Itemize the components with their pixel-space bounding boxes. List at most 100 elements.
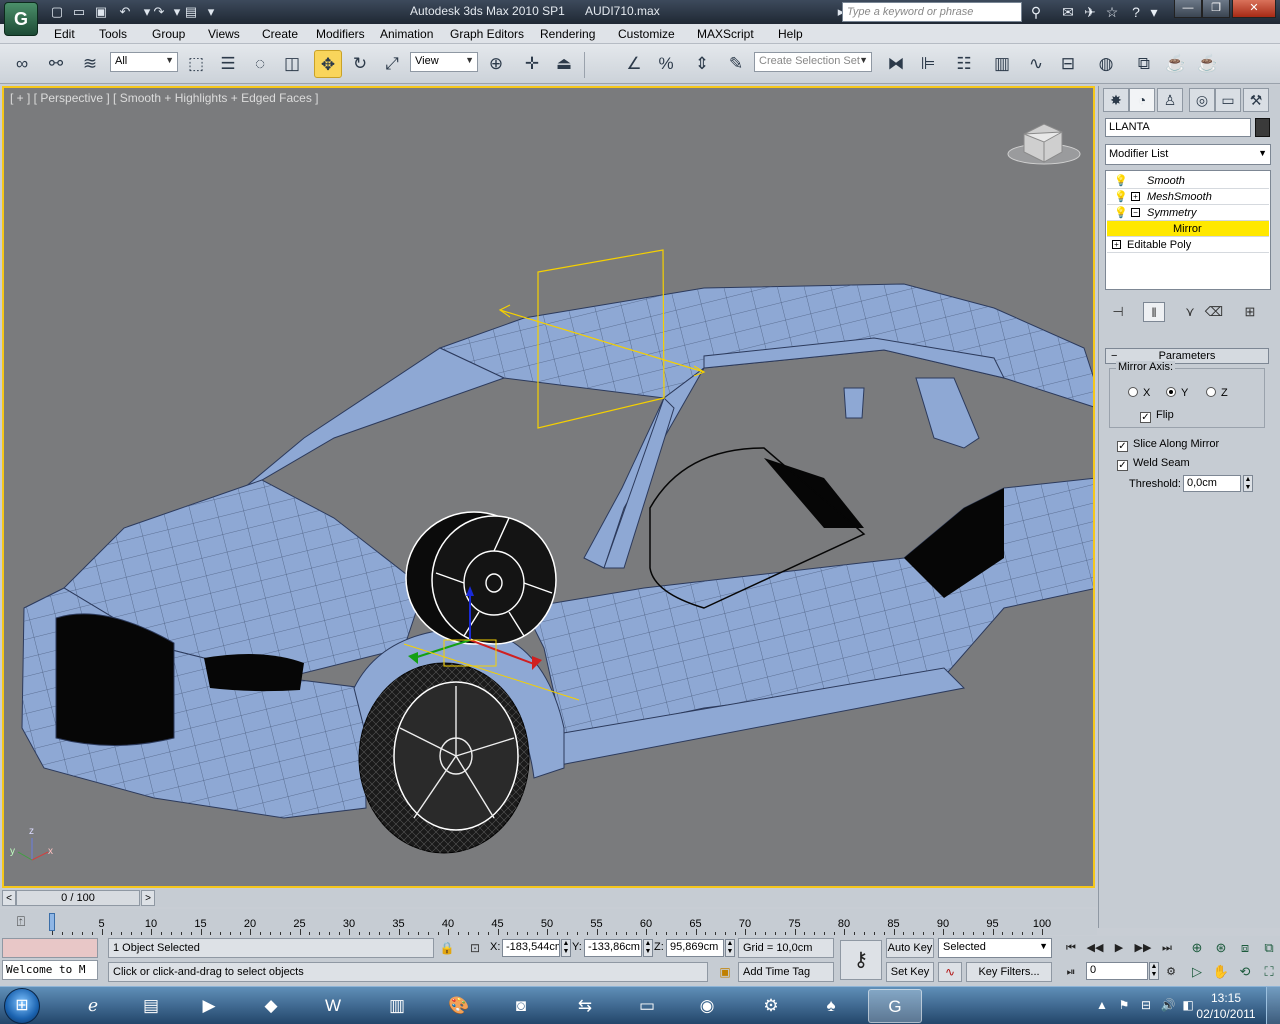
viewcube[interactable]: [1004, 118, 1084, 168]
media-player-icon[interactable]: ▶: [182, 989, 236, 1023]
lightbulb-icon[interactable]: 💡: [1114, 189, 1128, 205]
schematic-view-icon[interactable]: ⊟: [1054, 50, 1082, 78]
snaps-toggle-icon[interactable]: ⁳: [590, 50, 618, 78]
time-slider-thumb[interactable]: 0 / 100: [16, 890, 140, 906]
go-to-start-icon[interactable]: ⏮: [1060, 938, 1082, 958]
display-tab-icon[interactable]: ▭: [1215, 88, 1241, 112]
select-object-icon[interactable]: ⬚: [182, 50, 210, 78]
auto-key-button[interactable]: Auto Key: [886, 938, 934, 958]
x-coordinate-spinner[interactable]: ▲ ▼: [561, 939, 571, 957]
material-editor-icon[interactable]: ◍: [1092, 50, 1120, 78]
favorites-star-icon[interactable]: ☆: [1102, 2, 1122, 22]
curve-editor-icon[interactable]: ∿: [1022, 50, 1050, 78]
action-center-flag-icon[interactable]: ⚑: [1116, 998, 1132, 1014]
communication-center-icon[interactable]: ✈: [1080, 2, 1100, 22]
key-filters-button[interactable]: Key Filters...: [966, 962, 1052, 982]
perspective-viewport[interactable]: [ + ] [ Perspective ] [ Smooth + Highlig…: [2, 86, 1095, 888]
selection-lock-icon[interactable]: 🔒: [438, 938, 456, 958]
named-selection-set-dropdown[interactable]: Create Selection Set ▼: [754, 52, 872, 72]
restore-button[interactable]: ❐: [1202, 0, 1230, 18]
pivot-center-icon[interactable]: ⊕: [482, 50, 510, 78]
tray-expand-icon[interactable]: ▲: [1094, 998, 1110, 1014]
weld-seam-checkbox[interactable]: ✓ Weld Seam: [1117, 457, 1190, 471]
unlink-icon[interactable]: ⚯: [42, 50, 70, 78]
collapse-minus-icon[interactable]: −: [1131, 208, 1140, 217]
menu-customize[interactable]: Customize: [618, 27, 675, 41]
play-icon[interactable]: ▶: [1108, 938, 1130, 958]
selection-region-icon[interactable]: ◌: [246, 50, 274, 78]
reference-coordinate-dropdown[interactable]: View ▼: [410, 52, 478, 72]
link-icon[interactable]: ∞: [8, 50, 36, 78]
next-key-icon[interactable]: ▶▶: [1132, 938, 1154, 958]
pin-stack-icon[interactable]: ⊣: [1107, 302, 1129, 322]
slice-along-mirror-checkbox[interactable]: ✓ Slice Along Mirror: [1117, 438, 1219, 452]
teamviewer-icon[interactable]: ⇆: [558, 989, 612, 1023]
maximize-viewport-icon[interactable]: ⛶: [1258, 962, 1280, 982]
open-mini-curve-editor-icon[interactable]: ⍐: [10, 913, 32, 931]
current-frame-spinner[interactable]: ▲ ▼: [1149, 962, 1159, 980]
camera-app-icon[interactable]: ◙: [494, 989, 548, 1023]
internet-explorer-icon[interactable]: ℯ: [66, 989, 120, 1023]
z-coordinate-spinner[interactable]: ▲ ▼: [725, 939, 735, 957]
bind-space-warp-icon[interactable]: ≋: [76, 50, 104, 78]
configure-modifier-sets-icon[interactable]: ⊞: [1239, 302, 1261, 322]
key-icon[interactable]: ⚷: [840, 940, 882, 980]
project-folder-icon[interactable]: ▤: [182, 3, 200, 21]
keyword-search-input[interactable]: Type a keyword or phrase: [842, 2, 1022, 22]
undo-icon[interactable]: ↶: [116, 3, 134, 21]
start-button[interactable]: ⊞: [4, 988, 40, 1024]
menu-group[interactable]: Group: [152, 27, 185, 41]
stack-item-symmetry[interactable]: 💡 − Symmetry: [1107, 205, 1269, 221]
menu-modifiers[interactable]: Modifiers: [316, 27, 365, 41]
modifier-list-dropdown[interactable]: Modifier List ▼: [1105, 144, 1271, 165]
menu-views[interactable]: Views: [208, 27, 240, 41]
rendered-frame-window-icon[interactable]: ☕: [1162, 50, 1190, 78]
set-keys-icon[interactable]: ∿: [938, 962, 962, 982]
create-tab-icon[interactable]: ✸: [1103, 88, 1129, 112]
manipulate-icon[interactable]: ✛: [518, 50, 546, 78]
utilities-tab-icon[interactable]: ⚒: [1243, 88, 1269, 112]
maxscript-listener-output[interactable]: [2, 938, 98, 958]
time-tag-icon[interactable]: ▣: [716, 962, 734, 982]
modify-tab-icon[interactable]: ◔: [1129, 88, 1155, 112]
clock-time[interactable]: 13:15: [1196, 991, 1256, 1005]
remove-modifier-icon[interactable]: ⌫: [1203, 302, 1225, 322]
zoom-icon[interactable]: ⊕: [1186, 938, 1208, 958]
orbit-icon[interactable]: ⟲: [1234, 962, 1256, 982]
expand-plus-icon[interactable]: +: [1131, 192, 1140, 201]
remote-desktop-icon[interactable]: ▭: [620, 989, 674, 1023]
maxscript-listener-input[interactable]: Welcome to M: [2, 960, 98, 980]
show-end-result-icon[interactable]: ‖: [1143, 302, 1165, 322]
zoom-all-icon[interactable]: ⊛: [1210, 938, 1232, 958]
object-name-field[interactable]: LLANTA: [1105, 118, 1251, 137]
y-coordinate-spinner[interactable]: ▲ ▼: [643, 939, 653, 957]
paint-icon[interactable]: 🎨: [432, 989, 486, 1023]
solitaire-icon[interactable]: ♠: [804, 989, 858, 1023]
tray-app-icon[interactable]: ◧: [1180, 998, 1196, 1014]
app-shortcut-icon[interactable]: ◆: [244, 989, 298, 1023]
reader-app-icon[interactable]: ▥: [370, 989, 424, 1023]
set-key-button[interactable]: Set Key: [886, 962, 934, 982]
help-icon[interactable]: ?: [1126, 2, 1146, 22]
go-to-end-icon[interactable]: ⏭: [1156, 938, 1178, 958]
show-desktop-button[interactable]: [1266, 987, 1280, 1024]
select-and-rotate-icon[interactable]: ↻: [346, 50, 374, 78]
3ds-max-taskbar-icon[interactable]: G: [868, 989, 922, 1023]
menu-graph-editors[interactable]: Graph Editors: [450, 27, 524, 41]
edit-named-selection-icon[interactable]: ✎: [722, 50, 750, 78]
key-mode-toggle-icon[interactable]: ⏯: [1060, 962, 1082, 982]
app-menu-button[interactable]: G: [4, 2, 38, 36]
spinner-snap-icon[interactable]: ⇕: [688, 50, 716, 78]
lightbulb-icon[interactable]: 💡: [1114, 173, 1128, 189]
expand-plus-icon[interactable]: +: [1112, 240, 1121, 249]
help-dropdown-icon[interactable]: ▾: [1144, 2, 1164, 22]
antivirus-icon[interactable]: ◉: [680, 989, 734, 1023]
key-mode-dropdown[interactable]: Selected ▼: [938, 938, 1052, 958]
y-coordinate-field[interactable]: -133,86cm: [584, 939, 642, 957]
binoculars-icon[interactable]: ⚲: [1026, 2, 1046, 22]
layer-manager-icon[interactable]: ☷: [950, 50, 978, 78]
minimize-button[interactable]: —: [1174, 0, 1202, 18]
subscription-center-icon[interactable]: ✉: [1058, 2, 1078, 22]
time-configuration-icon[interactable]: ⚙: [1160, 962, 1182, 982]
hierarchy-tab-icon[interactable]: ♙: [1157, 88, 1183, 112]
